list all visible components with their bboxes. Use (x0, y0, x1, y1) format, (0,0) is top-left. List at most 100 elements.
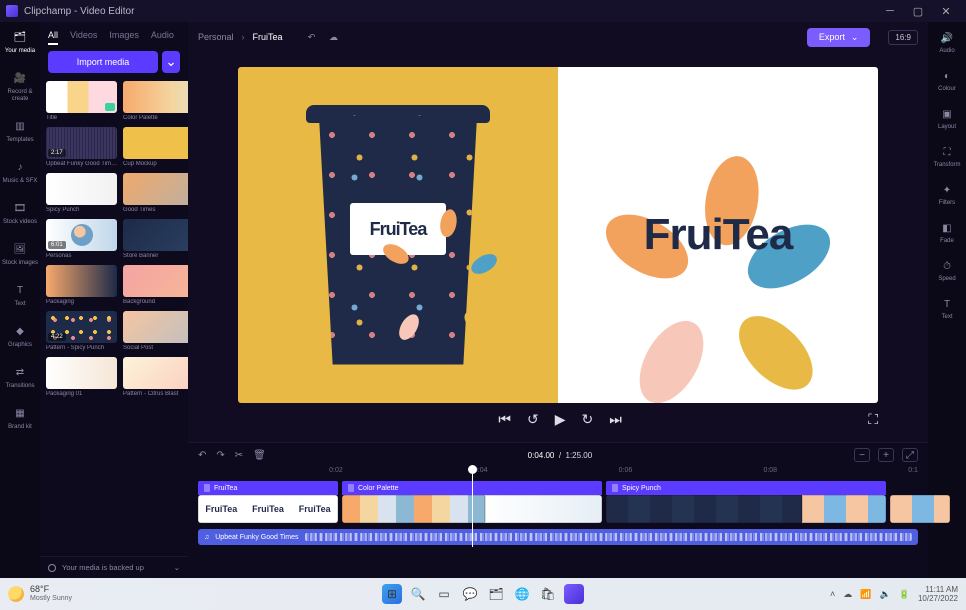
clip-label[interactable]: Spicy Punch (606, 481, 886, 495)
import-media-button[interactable]: Import media (48, 51, 158, 73)
cup-mockup: FruiTea (298, 105, 498, 365)
zoom-fit-button[interactable]: ⤢ (902, 448, 918, 462)
play-button[interactable]: ▶ (555, 411, 566, 428)
media-thumbnail[interactable]: Good Times (123, 173, 188, 213)
media-panel: All Videos Images Audio Import media ⌄ T… (40, 22, 188, 578)
rail-graphics[interactable]: ◆ Graphics (8, 322, 32, 349)
backup-status[interactable]: Your media is backed up ⌄ (40, 556, 188, 578)
rrail-fade[interactable]: ◧Fade (939, 220, 955, 244)
search-button[interactable]: 🔍 (408, 584, 428, 604)
media-tabs: All Videos Images Audio (40, 22, 188, 51)
window-minimize-button[interactable]: ─ (876, 0, 904, 22)
tab-audio[interactable]: Audio (151, 30, 174, 45)
battery-tray-icon[interactable]: 🔋 (899, 589, 910, 600)
video-clip[interactable] (606, 495, 886, 523)
media-thumbnail[interactable]: Pattern - Citrus Blast (123, 357, 188, 397)
audio-clip[interactable]: ♫ Upbeat Funky Good Times (198, 529, 918, 545)
rrail-transform[interactable]: ⛶Transform (933, 144, 960, 168)
rail-your-media[interactable]: 🗂 Your media (5, 28, 35, 55)
rrail-filters[interactable]: ✦Filters (939, 182, 955, 206)
volume-tray-icon[interactable]: 🔈 (880, 589, 891, 600)
breadcrumb-root[interactable]: Personal (198, 32, 234, 42)
media-thumbnail[interactable]: Social Post (123, 311, 188, 351)
video-clip[interactable]: FruiTeaFruiTeaFruiTea (198, 495, 338, 523)
import-media-dropdown[interactable]: ⌄ (162, 51, 180, 73)
redo-button[interactable]: ↷ (216, 450, 224, 461)
skip-start-button[interactable]: ⏮ (498, 411, 511, 428)
delete-button[interactable]: 🗑 (253, 450, 266, 461)
step-back-button[interactable]: ↺ (527, 411, 539, 428)
playhead[interactable] (472, 467, 473, 547)
breadcrumb-project[interactable]: FruiTea (253, 32, 283, 42)
wifi-tray-icon[interactable]: 📶 (860, 589, 871, 600)
media-thumbnail[interactable]: Background (123, 265, 188, 305)
tab-images[interactable]: Images (109, 30, 139, 45)
rail-brand-kit[interactable]: ▦ Brand kit (8, 404, 32, 431)
media-thumbnail[interactable]: Packaging (46, 265, 117, 305)
store-button[interactable]: 🛍 (538, 584, 558, 604)
rail-music-sfx[interactable]: ♪ Music & SFX (3, 158, 38, 185)
zoom-in-button[interactable]: + (878, 448, 894, 462)
history-icon[interactable]: ↶ (305, 30, 319, 44)
media-thumbnail[interactable]: Store Banner (123, 219, 188, 259)
media-thumbnail[interactable]: Packaging 01 (46, 357, 117, 397)
track-area[interactable]: FruiTea Color Palette Spicy Punch FruiTe… (188, 481, 928, 578)
windows-taskbar[interactable]: 68°F Mostly Sunny ⊞ 🔍 ▭ 💬 🗂 🌐 🛍 ˄ ☁ 📶 🔈 … (0, 578, 966, 610)
media-grid[interactable]: TitleColor Palette2:17Upbeat Funky Good … (40, 81, 188, 556)
rrail-speed[interactable]: ⏱Speed (938, 258, 955, 282)
rrail-layout[interactable]: ▣Layout (938, 106, 956, 130)
rrail-colour[interactable]: ◐Colour (938, 68, 956, 92)
thumbnail-caption: Pattern - Spicy Punch (46, 345, 117, 351)
media-thumbnail[interactable]: 6:01Personas (46, 219, 117, 259)
aspect-ratio-chip[interactable]: 16:9 (888, 30, 918, 45)
skip-end-button[interactable]: ⏭ (609, 411, 622, 428)
onedrive-tray-icon[interactable]: ☁ (843, 589, 852, 600)
file-explorer-button[interactable]: 🗂 (486, 584, 506, 604)
media-thumbnail[interactable]: 2:17Upbeat Funky Good Tim… (46, 127, 117, 167)
preview-canvas[interactable]: FruiTea FruiTea (238, 67, 878, 403)
video-clip[interactable] (890, 495, 950, 523)
contrast-icon: ◐ (939, 68, 955, 84)
film-icon: 🎞 (11, 199, 29, 217)
export-button[interactable]: Export ⌄ (807, 28, 871, 47)
start-button[interactable]: ⊞ (382, 584, 402, 604)
app-icon (6, 5, 18, 17)
media-thumbnail[interactable]: Cup Mockup (123, 127, 188, 167)
window-close-button[interactable]: ✕ (932, 0, 960, 22)
added-check-icon (105, 103, 115, 111)
media-thumbnail[interactable]: Color Palette (123, 81, 188, 121)
split-button[interactable]: ✂ (235, 450, 243, 461)
edge-button[interactable]: 🌐 (512, 584, 532, 604)
clip-label[interactable]: FruiTea (198, 481, 338, 495)
clipchamp-taskbar-button[interactable] (564, 584, 584, 604)
rail-text[interactable]: T Text (11, 281, 29, 308)
clock[interactable]: 11:11 AM 10/27/2022 (918, 585, 958, 603)
rrail-audio[interactable]: 🔊Audio (939, 30, 955, 54)
zoom-out-button[interactable]: − (854, 448, 870, 462)
timeline-ruler[interactable]: 0:02 0:04 0:06 0:08 0:1 (188, 467, 928, 481)
step-forward-button[interactable]: ↻ (581, 411, 593, 428)
crop-icon: ⛶ (939, 144, 955, 160)
rail-stock-images[interactable]: 🖼 Stock images (2, 240, 38, 267)
cloud-sync-icon[interactable]: ☁ (327, 30, 341, 44)
weather-widget[interactable]: 68°F Mostly Sunny (8, 585, 72, 603)
chat-button[interactable]: 💬 (460, 584, 480, 604)
rrail-text[interactable]: TText (939, 296, 955, 320)
tab-videos[interactable]: Videos (70, 30, 97, 45)
rail-record-create[interactable]: 🎥 Record & create (0, 69, 40, 103)
fullscreen-button[interactable]: ⛶ (868, 411, 878, 428)
rail-templates[interactable]: ▥ Templates (6, 117, 33, 144)
media-thumbnail[interactable]: Title (46, 81, 117, 121)
rail-transitions[interactable]: ⇄ Transitions (5, 363, 34, 390)
task-view-button[interactable]: ▭ (434, 584, 454, 604)
window-maximize-button[interactable]: ▢ (904, 0, 932, 22)
thumbnail-caption: Pattern - Citrus Blast (123, 391, 188, 397)
undo-button[interactable]: ↶ (198, 450, 206, 461)
thumbnail-caption: Cup Mockup (123, 161, 188, 167)
media-thumbnail[interactable]: 4:22Pattern - Spicy Punch (46, 311, 117, 351)
chevron-up-icon[interactable]: ˄ (830, 589, 835, 599)
media-thumbnail[interactable]: Spicy Punch (46, 173, 117, 213)
preview-right-panel: FruiTea (558, 67, 878, 403)
rail-stock-videos[interactable]: 🎞 Stock videos (3, 199, 37, 226)
tab-all[interactable]: All (48, 30, 58, 45)
